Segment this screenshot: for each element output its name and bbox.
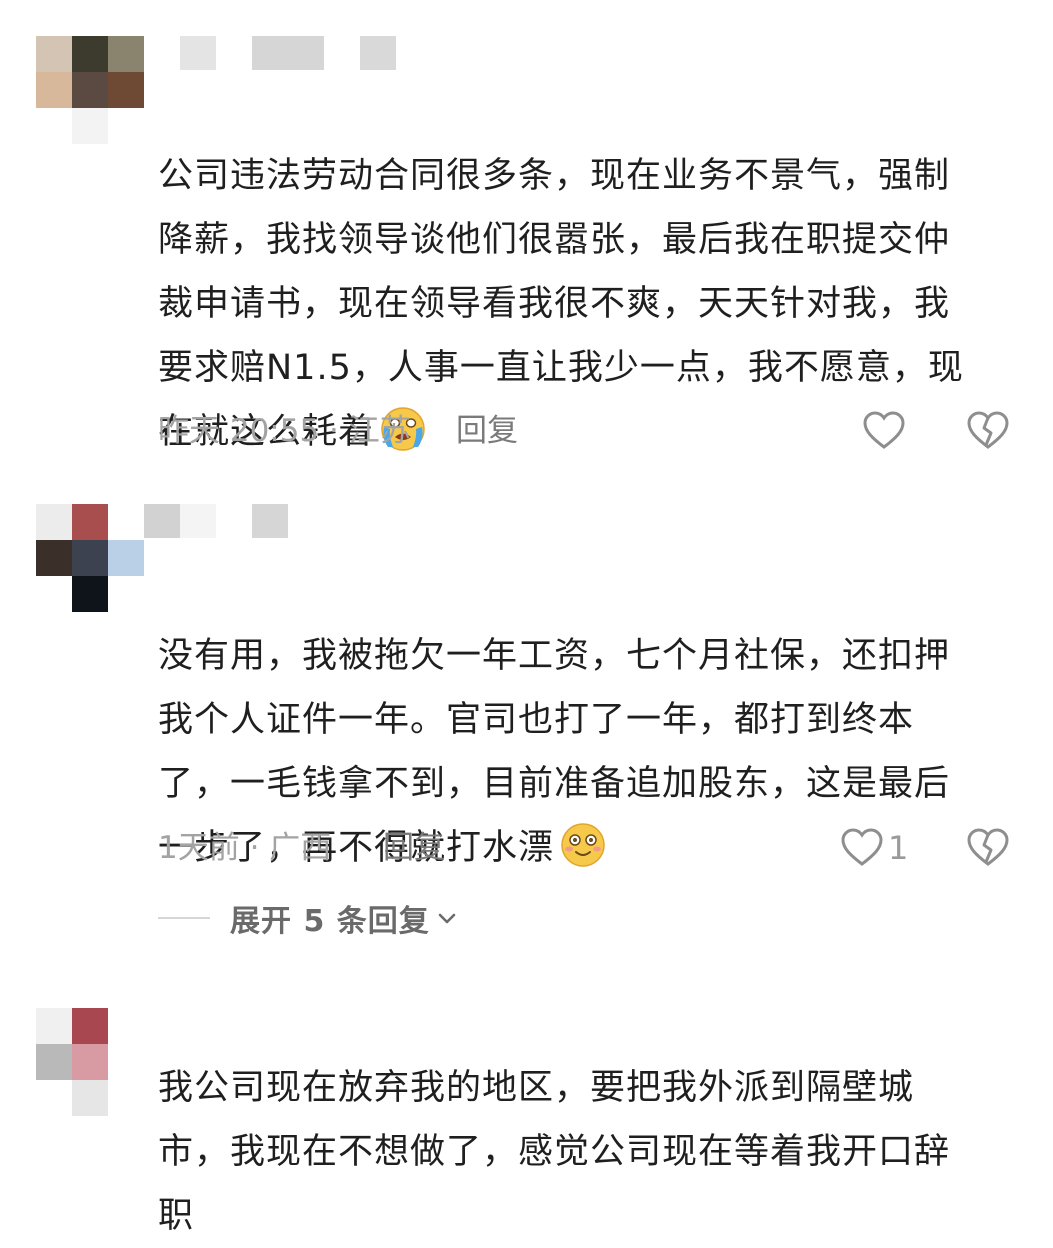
- heart-icon: [841, 828, 883, 866]
- username-redacted[interactable]: [180, 36, 400, 70]
- username-redacted[interactable]: [144, 504, 294, 538]
- comment-text: 我公司现在放弃我的地区，要把我外派到隔壁城 市，我现在不想做了，感觉公司现在等着…: [158, 1068, 951, 1236]
- broken-heart-icon[interactable]: [966, 826, 1010, 870]
- comment-meta: 1天前 · 广西: [158, 830, 332, 866]
- expand-replies-button[interactable]: 展开 5 条回复: [158, 898, 458, 939]
- avatar[interactable]: [36, 36, 144, 144]
- reply-button[interactable]: 回复: [383, 828, 445, 868]
- avatar[interactable]: [36, 504, 144, 612]
- comment-meta: 昨天 20:55 · 江苏: [158, 413, 411, 449]
- heart-icon: [863, 411, 905, 449]
- broken-heart-icon[interactable]: [966, 409, 1010, 453]
- divider-line: [158, 917, 210, 919]
- like-count: 1: [888, 829, 909, 867]
- avatar[interactable]: [36, 1008, 144, 1116]
- chevron-down-icon: [438, 913, 456, 924]
- smiling-face-icon: [561, 823, 605, 867]
- like-button[interactable]: [862, 409, 906, 453]
- expand-replies-label: 展开 5 条回复: [230, 904, 430, 939]
- comment-text: 公司违法劳动合同很多条，现在业务不景气，强制 降薪，我找领导谈他们很嚣张，最后我…: [158, 156, 964, 452]
- reply-button[interactable]: 回复: [456, 411, 518, 451]
- like-button[interactable]: 1: [840, 826, 908, 870]
